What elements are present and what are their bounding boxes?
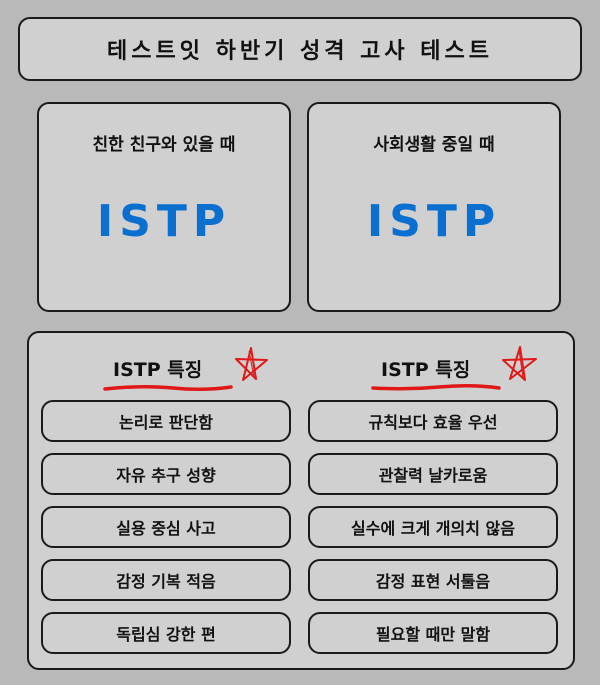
trait-item: 감정 표현 서툴음 xyxy=(308,559,558,601)
page-title: 테스트잇 하반기 성격 고사 테스트 xyxy=(107,39,493,64)
star-doodle-icon xyxy=(502,346,537,381)
card-heading-friends: 친한 친구와 있을 때 xyxy=(92,135,236,155)
star-doodle-icon xyxy=(235,347,268,381)
trait-item: 필요할 때만 말함 xyxy=(308,612,558,654)
red-underline-icon xyxy=(103,384,233,392)
red-underline-icon xyxy=(371,383,501,391)
traits-header-label: ISTP 특징 xyxy=(381,359,471,381)
trait-item: 실수에 크게 개의치 않음 xyxy=(308,506,558,548)
personality-type-social: ISTP xyxy=(366,196,502,247)
traits-header-left: ISTP 특징 xyxy=(41,347,301,392)
trait-item: 논리로 판단함 xyxy=(41,400,291,442)
trait-item: 실용 중심 사고 xyxy=(41,506,291,548)
title-banner: 테스트잇 하반기 성격 고사 테스트 xyxy=(18,17,582,81)
trait-item: 자유 추구 성향 xyxy=(41,453,291,495)
trait-item: 감정 기복 적음 xyxy=(41,559,291,601)
trait-item: 규칙보다 효율 우선 xyxy=(308,400,558,442)
result-card-friends: 친한 친구와 있을 때 ISTP xyxy=(37,102,291,312)
traits-panel: ISTP 특징 ISTP 특징 논리로 판단함 자유 추구 성향 실용 중심 사… xyxy=(27,331,575,670)
trait-item: 관찰력 날카로움 xyxy=(308,453,558,495)
result-card-social: 사회생활 중일 때 ISTP xyxy=(307,102,561,312)
card-heading-social: 사회생활 중일 때 xyxy=(373,135,495,155)
traits-header-label: ISTP 특징 xyxy=(113,359,203,381)
traits-header-right: ISTP 특징 xyxy=(309,346,569,391)
personality-type-friends: ISTP xyxy=(96,196,232,247)
trait-item: 독립심 강한 편 xyxy=(41,612,291,654)
